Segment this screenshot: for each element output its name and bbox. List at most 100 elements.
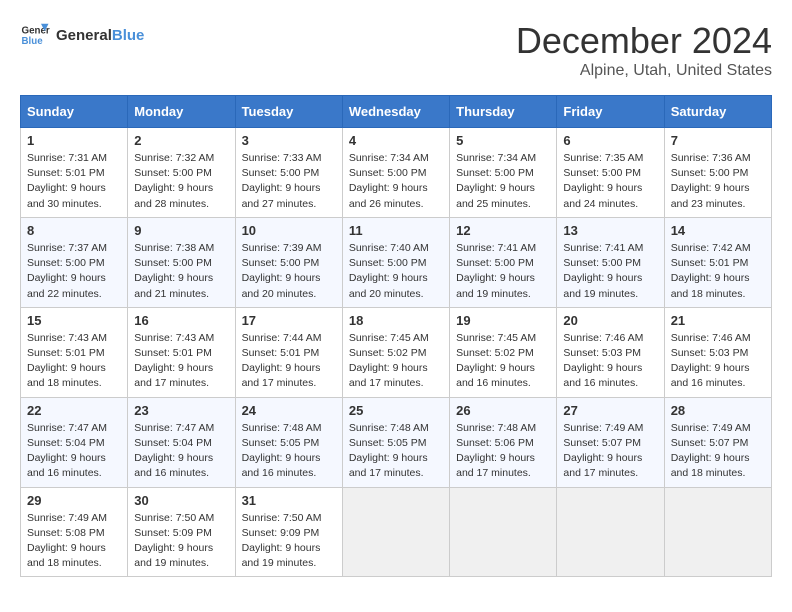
day-info: Sunrise: 7:49 AM Sunset: 5:07 PM Dayligh… xyxy=(563,421,657,482)
day-info: Sunrise: 7:46 AM Sunset: 5:03 PM Dayligh… xyxy=(671,331,765,392)
day-number: 28 xyxy=(671,403,765,418)
day-number: 19 xyxy=(456,313,550,328)
day-number: 23 xyxy=(134,403,228,418)
day-number: 17 xyxy=(242,313,336,328)
day-number: 27 xyxy=(563,403,657,418)
calendar-header-tuesday: Tuesday xyxy=(235,96,342,128)
calendar-cell: 13Sunrise: 7:41 AM Sunset: 5:00 PM Dayli… xyxy=(557,217,664,307)
day-info: Sunrise: 7:47 AM Sunset: 5:04 PM Dayligh… xyxy=(27,421,121,482)
day-info: Sunrise: 7:31 AM Sunset: 5:01 PM Dayligh… xyxy=(27,151,121,212)
day-info: Sunrise: 7:40 AM Sunset: 5:00 PM Dayligh… xyxy=(349,241,443,302)
calendar-cell: 22 Sunrise: 7:47 AM Sunset: 5:04 PM Dayli… xyxy=(21,397,128,487)
day-info: Sunrise: 7:48 AM Sunset: 5:05 PM Dayligh… xyxy=(242,421,336,482)
calendar-cell: 9 Sunrise: 7:38 AM Sunset: 5:00 PM Daylig… xyxy=(128,217,235,307)
day-number: 1 xyxy=(27,133,121,148)
calendar-cell: 14 Sunrise: 7:42 AM Sunset: 5:01 PM Dayli… xyxy=(664,217,771,307)
calendar-table: SundayMondayTuesdayWednesdayThursdayFrid… xyxy=(20,95,772,577)
calendar-header-friday: Friday xyxy=(557,96,664,128)
calendar-cell: 24 Sunrise: 7:48 AM Sunset: 5:05 PM Dayli… xyxy=(235,397,342,487)
day-info: Sunrise: 7:48 AM Sunset: 5:06 PM Dayligh… xyxy=(456,421,550,482)
day-number: 15 xyxy=(27,313,121,328)
day-info: Sunrise: 7:50 AM Sunset: 9:09 PM Dayligh… xyxy=(242,511,336,572)
logo-icon: General Blue xyxy=(20,20,50,50)
day-number: 9 xyxy=(134,223,228,238)
day-number: 12 xyxy=(456,223,550,238)
day-info: Sunrise: 7:42 AM Sunset: 5:01 PM Dayligh… xyxy=(671,241,765,302)
day-info: Sunrise: 7:44 AM Sunset: 5:01 PM Dayligh… xyxy=(242,331,336,392)
calendar-cell: 4 Sunrise: 7:34 AM Sunset: 5:00 PM Daylig… xyxy=(342,128,449,218)
calendar-cell: 2 Sunrise: 7:32 AM Sunset: 5:00 PM Daylig… xyxy=(128,128,235,218)
day-number: 3 xyxy=(242,133,336,148)
calendar-cell: 23 Sunrise: 7:47 AM Sunset: 5:04 PM Dayli… xyxy=(128,397,235,487)
calendar-cell: 25 Sunrise: 7:48 AM Sunset: 5:05 PM Dayli… xyxy=(342,397,449,487)
calendar-header-sunday: Sunday xyxy=(21,96,128,128)
day-info: Sunrise: 7:38 AM Sunset: 5:00 PM Dayligh… xyxy=(134,241,228,302)
day-info: Sunrise: 7:46 AM Sunset: 5:03 PM Dayligh… xyxy=(563,331,657,392)
day-info: Sunrise: 7:39 AM Sunset: 5:00 PM Dayligh… xyxy=(242,241,336,302)
location-subtitle: Alpine, Utah, United States xyxy=(516,62,772,80)
logo: General Blue GeneralBlue xyxy=(20,20,144,50)
calendar-cell: 8Sunrise: 7:37 AM Sunset: 5:00 PM Daylig… xyxy=(21,217,128,307)
day-info: Sunrise: 7:49 AM Sunset: 5:07 PM Dayligh… xyxy=(671,421,765,482)
day-number: 13 xyxy=(563,223,657,238)
calendar-cell: 10Sunrise: 7:39 AM Sunset: 5:00 PM Dayli… xyxy=(235,217,342,307)
calendar-cell: 1 Sunrise: 7:31 AM Sunset: 5:01 PM Daylig… xyxy=(21,128,128,218)
calendar-cell: 11 Sunrise: 7:40 AM Sunset: 5:00 PM Dayli… xyxy=(342,217,449,307)
title-block: December 2024 Alpine, Utah, United State… xyxy=(516,20,772,80)
day-number: 22 xyxy=(27,403,121,418)
day-number: 4 xyxy=(349,133,443,148)
calendar-cell xyxy=(557,487,664,577)
calendar-cell: 27 Sunrise: 7:49 AM Sunset: 5:07 PM Dayli… xyxy=(557,397,664,487)
calendar-header-monday: Monday xyxy=(128,96,235,128)
calendar-cell: 21 Sunrise: 7:46 AM Sunset: 5:03 PM Dayli… xyxy=(664,307,771,397)
day-info: Sunrise: 7:45 AM Sunset: 5:02 PM Dayligh… xyxy=(456,331,550,392)
calendar-cell: 18 Sunrise: 7:45 AM Sunset: 5:02 PM Dayli… xyxy=(342,307,449,397)
day-number: 21 xyxy=(671,313,765,328)
day-number: 14 xyxy=(671,223,765,238)
day-number: 5 xyxy=(456,133,550,148)
page-header: General Blue GeneralBlue December 2024 A… xyxy=(20,20,772,80)
day-info: Sunrise: 7:49 AM Sunset: 5:08 PM Dayligh… xyxy=(27,511,121,572)
day-info: Sunrise: 7:47 AM Sunset: 5:04 PM Dayligh… xyxy=(134,421,228,482)
day-info: Sunrise: 7:45 AM Sunset: 5:02 PM Dayligh… xyxy=(349,331,443,392)
calendar-cell: 17 Sunrise: 7:44 AM Sunset: 5:01 PM Dayli… xyxy=(235,307,342,397)
calendar-cell: 30Sunrise: 7:50 AM Sunset: 5:09 PM Dayli… xyxy=(128,487,235,577)
day-info: Sunrise: 7:34 AM Sunset: 5:00 PM Dayligh… xyxy=(349,151,443,212)
calendar-cell: 16 Sunrise: 7:43 AM Sunset: 5:01 PM Dayli… xyxy=(128,307,235,397)
calendar-cell xyxy=(342,487,449,577)
day-number: 11 xyxy=(349,223,443,238)
day-number: 18 xyxy=(349,313,443,328)
day-info: Sunrise: 7:32 AM Sunset: 5:00 PM Dayligh… xyxy=(134,151,228,212)
calendar-header-thursday: Thursday xyxy=(450,96,557,128)
day-info: Sunrise: 7:34 AM Sunset: 5:00 PM Dayligh… xyxy=(456,151,550,212)
logo-text: GeneralBlue xyxy=(56,27,144,44)
day-info: Sunrise: 7:43 AM Sunset: 5:01 PM Dayligh… xyxy=(27,331,121,392)
calendar-cell: 19 Sunrise: 7:45 AM Sunset: 5:02 PM Dayli… xyxy=(450,307,557,397)
day-info: Sunrise: 7:35 AM Sunset: 5:00 PM Dayligh… xyxy=(563,151,657,212)
calendar-cell: 7 Sunrise: 7:36 AM Sunset: 5:00 PM Daylig… xyxy=(664,128,771,218)
day-number: 16 xyxy=(134,313,228,328)
day-number: 6 xyxy=(563,133,657,148)
svg-text:Blue: Blue xyxy=(22,36,44,47)
day-info: Sunrise: 7:48 AM Sunset: 5:05 PM Dayligh… xyxy=(349,421,443,482)
day-number: 30 xyxy=(134,493,228,508)
day-number: 24 xyxy=(242,403,336,418)
day-number: 25 xyxy=(349,403,443,418)
month-year-title: December 2024 xyxy=(516,20,772,62)
day-info: Sunrise: 7:43 AM Sunset: 5:01 PM Dayligh… xyxy=(134,331,228,392)
day-number: 26 xyxy=(456,403,550,418)
calendar-cell: 26 Sunrise: 7:48 AM Sunset: 5:06 PM Dayli… xyxy=(450,397,557,487)
day-number: 2 xyxy=(134,133,228,148)
calendar-header-saturday: Saturday xyxy=(664,96,771,128)
day-number: 31 xyxy=(242,493,336,508)
calendar-cell: 5 Sunrise: 7:34 AM Sunset: 5:00 PM Daylig… xyxy=(450,128,557,218)
calendar-cell: 31 Sunrise: 7:50 AM Sunset: 9:09 PM Dayli… xyxy=(235,487,342,577)
day-info: Sunrise: 7:36 AM Sunset: 5:00 PM Dayligh… xyxy=(671,151,765,212)
day-number: 29 xyxy=(27,493,121,508)
calendar-cell xyxy=(664,487,771,577)
day-info: Sunrise: 7:37 AM Sunset: 5:00 PM Dayligh… xyxy=(27,241,121,302)
day-number: 7 xyxy=(671,133,765,148)
calendar-cell: 28 Sunrise: 7:49 AM Sunset: 5:07 PM Dayli… xyxy=(664,397,771,487)
calendar-cell: 12Sunrise: 7:41 AM Sunset: 5:00 PM Dayli… xyxy=(450,217,557,307)
calendar-cell: 15 Sunrise: 7:43 AM Sunset: 5:01 PM Dayli… xyxy=(21,307,128,397)
